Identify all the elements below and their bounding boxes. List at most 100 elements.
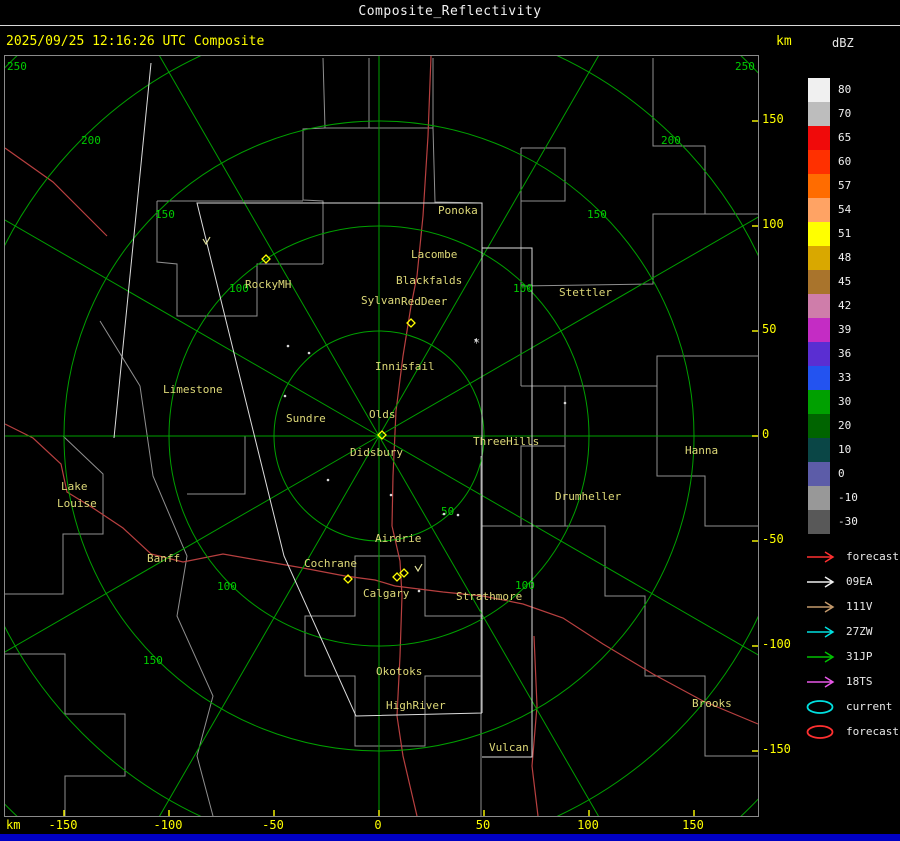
legend-arrow-icon bbox=[806, 650, 840, 664]
range-label: 100 bbox=[217, 580, 237, 593]
range-label: 200 bbox=[661, 134, 681, 147]
colorbar-row: -30 bbox=[808, 510, 858, 534]
legend-label: forecast bbox=[846, 725, 899, 738]
y-axis-label: 100 bbox=[762, 217, 796, 231]
colorbar-value: 42 bbox=[838, 294, 851, 318]
colorbar-row: 20 bbox=[808, 414, 858, 438]
colorbar-value: 80 bbox=[838, 78, 851, 102]
coverage-outline bbox=[482, 248, 532, 757]
town-label: Blackfalds bbox=[396, 274, 462, 287]
range-label: 150 bbox=[587, 208, 607, 221]
legend-label: 31JP bbox=[846, 650, 873, 663]
town-label: Hanna bbox=[685, 444, 718, 457]
wind-arrow-icon bbox=[415, 564, 422, 571]
colorbar-swatch bbox=[808, 270, 830, 294]
colorbar-swatch bbox=[808, 294, 830, 318]
y-axis-label: -150 bbox=[762, 742, 796, 756]
colorbar-row: 65 bbox=[808, 126, 858, 150]
echo-dot bbox=[327, 479, 330, 482]
colorbar-swatch bbox=[808, 126, 830, 150]
town-label: Olds bbox=[369, 408, 396, 421]
town-label: Okotoks bbox=[376, 665, 422, 678]
page-title: Composite_Reflectivity bbox=[0, 4, 900, 19]
town-label: Vulcan bbox=[489, 741, 529, 754]
timestamp: 2025/09/25 12:16:26 UTC Composite bbox=[6, 34, 264, 49]
colorbar-value: 70 bbox=[838, 102, 851, 126]
range-label: 200 bbox=[81, 134, 101, 147]
legend-item: forecast bbox=[806, 544, 899, 569]
town-label: Sylvan bbox=[361, 294, 401, 307]
colorbar-scale: 807065605754514845423936333020100-10-30 bbox=[808, 78, 858, 534]
legend-label: 09EA bbox=[846, 575, 873, 588]
colorbar-row: 60 bbox=[808, 150, 858, 174]
echo-asterisk: * bbox=[473, 336, 480, 350]
range-label: 250 bbox=[7, 60, 27, 73]
echo-dot bbox=[287, 345, 290, 348]
town-label: Airdrie bbox=[375, 532, 421, 545]
colorbar-value: 0 bbox=[838, 462, 845, 486]
colorbar-swatch bbox=[808, 390, 830, 414]
colorbar-value: 60 bbox=[838, 150, 851, 174]
radar-site-marker-icon bbox=[393, 573, 401, 581]
county-boundary bbox=[521, 148, 565, 201]
colorbar-row: 54 bbox=[808, 198, 858, 222]
town-label: Strathmore bbox=[456, 590, 522, 603]
arrow-glyph bbox=[807, 677, 833, 687]
legend-label: current bbox=[846, 700, 892, 713]
town-label: Drumheller bbox=[555, 490, 622, 503]
colorbar-value: -30 bbox=[838, 510, 858, 534]
y-axis-label: 0 bbox=[762, 427, 796, 441]
colorbar-swatch bbox=[808, 246, 830, 270]
town-label: RedDeer bbox=[401, 295, 448, 308]
azimuth-spoke bbox=[117, 436, 380, 817]
colorbar-swatch bbox=[808, 78, 830, 102]
arrow-glyph bbox=[807, 577, 833, 587]
x-axis-label: -50 bbox=[255, 818, 291, 832]
county-boundary bbox=[157, 201, 323, 316]
colorbar-row: 45 bbox=[808, 270, 858, 294]
county-boundary bbox=[565, 356, 758, 386]
colorbar-row: 0 bbox=[808, 462, 858, 486]
range-label: 100 bbox=[513, 282, 533, 295]
legend-arrow-icon bbox=[806, 625, 840, 639]
colorbar-value: 36 bbox=[838, 342, 851, 366]
echo-dot bbox=[457, 514, 460, 517]
colorbar-swatch bbox=[808, 174, 830, 198]
colorbar-row: 30 bbox=[808, 390, 858, 414]
road-line bbox=[5, 148, 107, 236]
legend-item: 111V bbox=[806, 594, 899, 619]
ellipse-glyph bbox=[808, 726, 833, 738]
x-axis-label: 150 bbox=[675, 818, 711, 832]
legend-arrow-icon bbox=[806, 550, 840, 564]
county-boundary bbox=[433, 128, 482, 203]
colorbar-row: 48 bbox=[808, 246, 858, 270]
town-label: Didsbury bbox=[350, 446, 403, 459]
y-axis-label: -100 bbox=[762, 637, 796, 651]
colorbar-swatch bbox=[808, 222, 830, 246]
title-divider bbox=[0, 25, 900, 26]
azimuth-spoke bbox=[379, 55, 642, 436]
echo-dot bbox=[308, 352, 311, 355]
colorbar-value: 45 bbox=[838, 270, 851, 294]
county-boundary bbox=[323, 58, 369, 128]
x-axis-unit-label: km bbox=[6, 818, 20, 832]
county-boundary bbox=[521, 214, 758, 286]
legend-label: forecast bbox=[846, 550, 899, 563]
colorbar-value: -10 bbox=[838, 486, 858, 510]
town-label: Louise bbox=[57, 497, 97, 510]
county-boundary bbox=[5, 654, 125, 816]
colorbar-row: 33 bbox=[808, 366, 858, 390]
azimuth-spoke bbox=[379, 436, 759, 699]
range-label: 150 bbox=[155, 208, 175, 221]
colorbar-row: 57 bbox=[808, 174, 858, 198]
y-axis-unit-label: km bbox=[776, 34, 792, 49]
colorbar-swatch bbox=[808, 462, 830, 486]
y-axis-label: 50 bbox=[762, 322, 796, 336]
colorbar-value: 39 bbox=[838, 318, 851, 342]
echo-dot bbox=[418, 590, 421, 593]
town-label: Ponoka bbox=[438, 204, 478, 217]
town-label: HighRiver bbox=[386, 699, 446, 712]
colorbar-value: 48 bbox=[838, 246, 851, 270]
colorbar-value: 57 bbox=[838, 174, 851, 198]
x-axis-label: 50 bbox=[465, 818, 501, 832]
